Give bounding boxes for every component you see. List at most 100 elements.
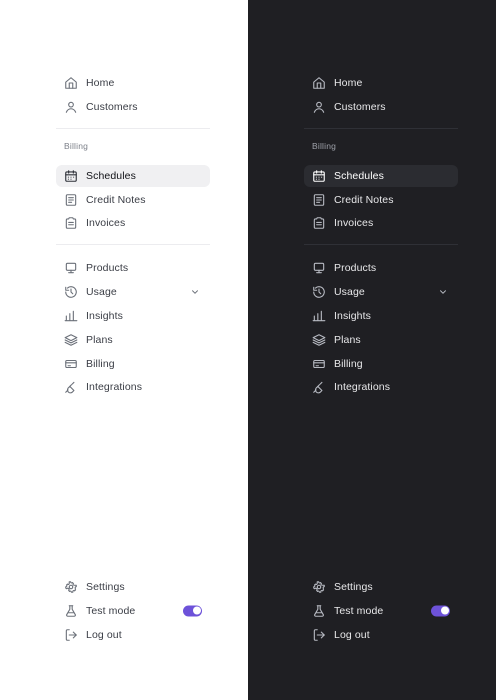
divider	[304, 244, 458, 246]
nav-item-insights[interactable]: Insights	[304, 305, 458, 327]
chevron-down-icon[interactable]	[438, 287, 448, 297]
logout-icon	[312, 628, 326, 642]
nav-item-usage[interactable]: Usage	[304, 281, 458, 303]
nav-item-schedules[interactable]: Schedules	[56, 164, 210, 187]
divider	[56, 244, 210, 246]
flask-icon	[312, 604, 326, 618]
nav-item-test-mode[interactable]: Test mode	[304, 600, 458, 622]
nav-item-billing[interactable]: Billing	[304, 353, 458, 375]
sidebar-nav-light: Home Customers Billing Schedules Credit …	[56, 72, 210, 400]
nav-item-label: Credit Notes	[334, 193, 394, 206]
nav-item-invoices[interactable]: Invoices	[304, 212, 458, 234]
nav-item-label: Integrations	[334, 381, 391, 394]
nav-item-label: Home	[334, 77, 363, 89]
nav-item-label: Log out	[86, 628, 122, 641]
credit-note-icon	[312, 193, 326, 207]
nav-item-credit-notes[interactable]: Credit Notes	[56, 189, 210, 211]
nav-item-customers[interactable]: Customers	[304, 96, 458, 118]
nav-item-settings[interactable]: Settings	[56, 576, 210, 598]
usage-icon	[64, 285, 78, 299]
credit-card-icon	[312, 357, 326, 371]
nav-item-label: Billing	[334, 357, 363, 370]
nav-item-plans[interactable]: Plans	[56, 329, 210, 351]
logout-icon	[64, 628, 78, 642]
layers-icon	[312, 333, 326, 347]
nav-item-label: Usage	[334, 286, 365, 299]
product-icon	[64, 261, 78, 275]
nav-item-insights[interactable]: Insights	[56, 305, 210, 327]
nav-item-test-mode[interactable]: Test mode	[56, 600, 210, 622]
section-title-billing: Billing	[312, 140, 337, 151]
user-icon	[312, 100, 326, 114]
nav-item-billing[interactable]: Billing	[56, 353, 210, 375]
nav-item-schedules[interactable]: Schedules	[304, 164, 458, 187]
plug-icon	[64, 380, 78, 394]
divider	[56, 127, 210, 129]
nav-item-label: Credit Notes	[86, 193, 146, 206]
nav-item-home[interactable]: Home	[304, 72, 458, 94]
sidebar-light: Home Customers Billing Schedules Credit …	[0, 0, 248, 700]
nav-item-logout[interactable]: Log out	[304, 624, 458, 646]
nav-item-label: Products	[334, 262, 377, 275]
nav-item-products[interactable]: Products	[56, 257, 210, 279]
nav-item-label: Insights	[86, 309, 123, 322]
nav-item-usage[interactable]: Usage	[56, 281, 210, 303]
sidebar-bottom-dark: Settings Test mode Log out	[304, 576, 458, 647]
nav-item-label: Schedules	[86, 169, 136, 182]
nav-item-label: Customers	[86, 100, 138, 113]
home-icon	[64, 76, 78, 90]
calendar-icon	[64, 169, 78, 183]
flask-icon	[64, 604, 78, 618]
gear-icon	[312, 580, 326, 594]
section-title-billing: Billing	[64, 140, 89, 151]
nav-item-integrations[interactable]: Integrations	[304, 376, 458, 398]
sidebar-dark: Home Customers Billing Schedules Credit …	[248, 0, 496, 700]
invoice-icon	[312, 216, 326, 230]
user-icon	[64, 100, 78, 114]
nav-item-invoices[interactable]: Invoices	[56, 212, 210, 234]
nav-item-label: Insights	[334, 309, 371, 322]
nav-item-customers[interactable]: Customers	[56, 96, 210, 118]
nav-item-label: Customers	[334, 100, 386, 113]
sidebar-nav-dark: Home Customers Billing Schedules Credit …	[304, 72, 458, 400]
nav-item-label: Schedules	[334, 169, 384, 182]
bar-chart-icon	[312, 309, 326, 323]
chevron-down-icon[interactable]	[190, 287, 200, 297]
invoice-icon	[64, 216, 78, 230]
credit-note-icon	[64, 193, 78, 207]
nav-item-logout[interactable]: Log out	[56, 624, 210, 646]
nav-item-label: Home	[86, 77, 115, 89]
divider	[304, 127, 458, 129]
test-mode-toggle[interactable]	[431, 605, 450, 617]
nav-item-label: Invoices	[86, 217, 126, 230]
home-icon	[312, 76, 326, 90]
usage-icon	[312, 285, 326, 299]
nav-item-integrations[interactable]: Integrations	[56, 376, 210, 398]
test-mode-toggle[interactable]	[183, 605, 202, 617]
gear-icon	[64, 580, 78, 594]
nav-item-home[interactable]: Home	[56, 72, 210, 94]
nav-item-label: Invoices	[334, 217, 374, 230]
nav-item-label: Log out	[334, 628, 370, 641]
nav-item-label: Test mode	[86, 604, 136, 617]
nav-item-label: Test mode	[334, 604, 384, 617]
layers-icon	[64, 333, 78, 347]
nav-item-label: Usage	[86, 286, 117, 299]
nav-item-label: Plans	[334, 333, 361, 346]
sidebar-comparison: Home Customers Billing Schedules Credit …	[0, 0, 496, 700]
credit-card-icon	[64, 357, 78, 371]
nav-item-label: Billing	[86, 357, 115, 370]
nav-item-label: Integrations	[86, 381, 143, 394]
nav-item-label: Plans	[86, 333, 113, 346]
nav-item-settings[interactable]: Settings	[304, 576, 458, 598]
nav-item-credit-notes[interactable]: Credit Notes	[304, 189, 458, 211]
nav-item-plans[interactable]: Plans	[304, 329, 458, 351]
plug-icon	[312, 380, 326, 394]
calendar-icon	[312, 169, 326, 183]
nav-item-label: Settings	[334, 581, 373, 593]
nav-item-products[interactable]: Products	[304, 257, 458, 279]
bar-chart-icon	[64, 309, 78, 323]
nav-item-label: Products	[86, 262, 129, 275]
product-icon	[312, 261, 326, 275]
sidebar-bottom-light: Settings Test mode Log out	[56, 576, 210, 647]
